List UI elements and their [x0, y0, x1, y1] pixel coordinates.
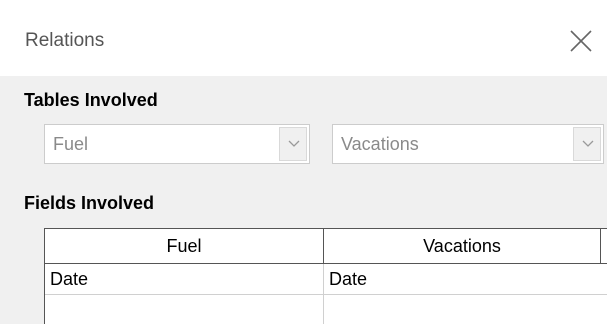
dialog-title: Relations	[25, 30, 105, 51]
close-button[interactable]	[568, 28, 594, 54]
left-field-cell[interactable]: Date	[45, 264, 323, 294]
grid-header: Fuel Vacations	[45, 229, 607, 264]
right-table-dropdown-button[interactable]	[573, 127, 601, 161]
right-field-cell[interactable]: Date	[324, 264, 607, 294]
relations-dialog: Relations Tables Involved Fuel Vacations…	[0, 0, 607, 324]
tables-involved-heading: Tables Involved	[24, 90, 158, 110]
right-table-select[interactable]: Vacations	[332, 124, 604, 164]
left-table-dropdown-button[interactable]	[279, 127, 307, 161]
table-row	[45, 295, 607, 324]
chevron-down-icon	[288, 140, 300, 147]
title-bar: Relations	[0, 0, 607, 85]
column-header-right[interactable]: Vacations	[324, 229, 600, 263]
fields-grid: Fuel Vacations Date Date	[44, 228, 607, 324]
close-icon	[570, 30, 592, 52]
column-header-left[interactable]: Fuel	[45, 229, 323, 263]
left-table-select[interactable]: Fuel	[44, 124, 310, 164]
column-separator	[600, 229, 601, 263]
left-field-cell[interactable]	[45, 295, 323, 324]
right-field-cell[interactable]	[324, 295, 607, 324]
chevron-down-icon	[582, 140, 594, 147]
left-table-value: Fuel	[53, 134, 89, 154]
table-row: Date Date	[45, 264, 607, 295]
right-table-value: Vacations	[341, 134, 419, 154]
fields-involved-heading: Fields Involved	[24, 193, 155, 213]
